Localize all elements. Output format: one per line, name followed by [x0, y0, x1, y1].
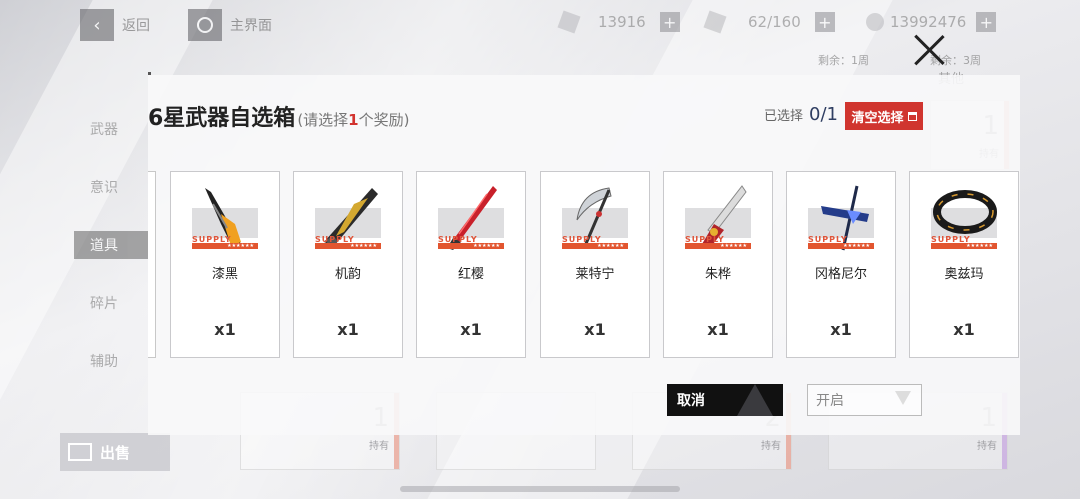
sell-button[interactable]: 出售 — [60, 433, 170, 471]
side-nav: 武器 意识 道具 碎片 辅助 — [74, 100, 154, 390]
side-nav-item-stigmata[interactable]: 意识 — [74, 158, 154, 216]
close-icon[interactable] — [908, 28, 952, 72]
reward-name: 奥兹玛 — [944, 267, 984, 282]
dialog-title-main: 6星武器自选箱 — [148, 106, 296, 131]
reward-card[interactable]: SUPPLY ★★★★★★ 朱桦 x1 — [663, 171, 773, 358]
reward-quantity: x1 — [707, 320, 729, 339]
partial-card — [148, 171, 156, 358]
reward-card[interactable]: SUPPLY ★★★★★★ 冈格尼尔 x1 — [786, 171, 896, 358]
reward-name: 漆黑 — [211, 267, 238, 282]
supply-tag: SUPPLY ★★★★★★ — [808, 235, 874, 249]
sell-label: 出售 — [100, 443, 131, 462]
home-button[interactable]: 主界面 — [188, 9, 272, 41]
owned-label: 持有 — [761, 441, 781, 452]
reward-card[interactable]: SUPPLY ★★★★★★ 莱特宁 x1 — [540, 171, 650, 358]
reward-name: 冈格尼尔 — [814, 267, 867, 282]
side-nav-item-items[interactable]: 道具 — [74, 231, 154, 259]
add-stamina-button[interactable]: + — [659, 12, 680, 32]
reward-name: 莱特宁 — [575, 267, 615, 282]
owned-label: 持有 — [369, 441, 389, 452]
resource-value: 13916 — [598, 13, 646, 31]
reward-quantity: x1 — [830, 320, 852, 339]
open-label: 开启 — [816, 393, 844, 409]
dialog-title: 6星武器自选箱 (请选择1个奖励) — [148, 100, 409, 132]
reward-card[interactable]: SUPPLY ★★★★★★ 奥兹玛 x1 — [909, 171, 1019, 358]
supply-tag: SUPPLY ★★★★★★ — [192, 235, 258, 249]
battery-icon — [557, 10, 581, 34]
reward-quantity: x1 — [584, 320, 606, 339]
back-label: 返回 — [122, 18, 150, 34]
reward-quantity: x1 — [460, 320, 482, 339]
owned-label: 持有 — [977, 441, 997, 452]
supply-tag: SUPPLY ★★★★★★ — [685, 235, 751, 249]
supply-tag: SUPPLY ★★★★★★ — [562, 235, 628, 249]
back-button[interactable]: ‹ 返回 — [80, 9, 150, 41]
side-nav-item-weapon[interactable]: 武器 — [74, 100, 154, 158]
reward-card[interactable]: SUPPLY ★★★★★★ 红樱 x1 — [416, 171, 526, 358]
trash-icon — [907, 111, 917, 121]
resource-value: 62/160 — [748, 13, 801, 31]
home-icon — [188, 9, 222, 41]
supply-tag: SUPPLY ★★★★★★ — [931, 235, 997, 249]
selection-status: 已选择 0/1 — [764, 104, 838, 125]
clear-selection-button[interactable]: 清空选择 — [845, 102, 923, 130]
home-label: 主界面 — [230, 18, 272, 34]
add-parts-button[interactable]: + — [814, 12, 835, 32]
required-count: 1 — [348, 111, 359, 129]
supply-tag: SUPPLY ★★★★★★ — [315, 235, 381, 249]
scrollbar[interactable] — [400, 486, 680, 492]
cancel-button[interactable]: 取消 — [667, 384, 783, 416]
reward-quantity: x1 — [953, 320, 975, 339]
reward-card[interactable]: SUPPLY ★★★★★★ 机韵 x1 — [293, 171, 403, 358]
cancel-label: 取消 — [677, 393, 705, 409]
crystal-icon — [863, 10, 887, 34]
reward-card[interactable]: SUPPLY ★★★★★★ 漆黑 x1 — [170, 171, 280, 358]
back-arrow-icon: ‹ — [80, 9, 114, 41]
open-button[interactable]: 开启 — [807, 384, 922, 416]
clear-selection-label: 清空选择 — [851, 110, 904, 126]
dialog-subtitle: (请选择1个奖励) — [297, 111, 410, 129]
selected-label: 已选择 — [764, 109, 804, 124]
wrench-icon — [703, 10, 727, 34]
resource-stamina: 13916 + — [557, 10, 680, 34]
supply-tag: SUPPLY ★★★★★★ — [438, 235, 504, 249]
remaining-1: 剩余：1周 — [818, 54, 869, 67]
add-crystal-button[interactable]: + — [976, 12, 997, 32]
reward-name: 朱桦 — [704, 267, 731, 282]
reward-name: 红樱 — [457, 267, 484, 282]
resource-parts: 62/160 + — [703, 10, 835, 34]
reward-name: 机韵 — [334, 267, 361, 282]
reward-quantity: x1 — [214, 320, 236, 339]
side-nav-item-support[interactable]: 辅助 — [74, 332, 154, 390]
side-nav-item-fragments[interactable]: 碎片 — [74, 274, 154, 332]
sell-icon — [68, 443, 92, 461]
selected-count: 0/1 — [809, 104, 838, 125]
reward-quantity: x1 — [337, 320, 359, 339]
